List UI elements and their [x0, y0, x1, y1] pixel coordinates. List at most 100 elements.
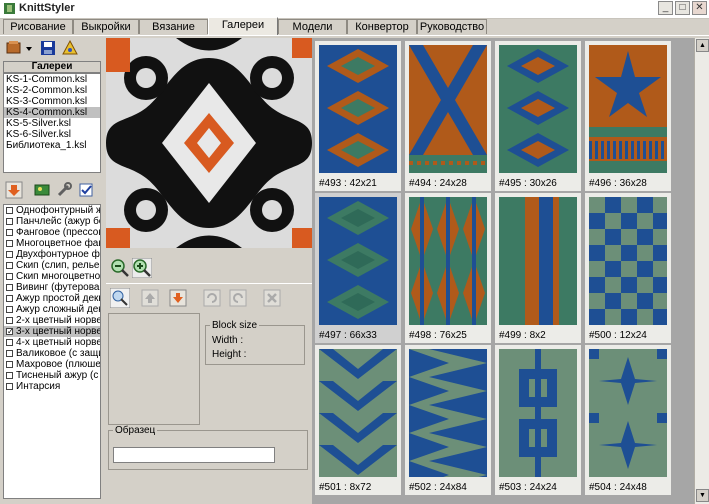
- list-item[interactable]: KS-6-Silver.ksl: [4, 129, 100, 140]
- technique-item[interactable]: Ажур простой декк: [4, 293, 100, 304]
- wrench-icon[interactable]: [55, 181, 73, 199]
- technique-item[interactable]: Скип (слип, рельеф: [4, 260, 100, 271]
- list-item[interactable]: KS-2-Common.ksl: [4, 85, 100, 96]
- gallery-thumbnail[interactable]: #499 : 8x2: [495, 193, 581, 343]
- technique-label: Однофонтурный жа: [16, 205, 101, 216]
- app-logo-icon: [4, 3, 15, 14]
- import-arrow-icon[interactable]: [5, 181, 23, 199]
- save-icon[interactable]: [39, 39, 57, 57]
- technique-item[interactable]: Тисненый ажур (с з: [4, 370, 100, 381]
- technique-label: Скип многоцветное: [16, 271, 101, 282]
- image-icon[interactable]: [33, 181, 51, 199]
- delete-icon[interactable]: [262, 288, 282, 308]
- gallery-thumbnail[interactable]: #500 : 12x24: [585, 193, 671, 343]
- gallery-thumbnail[interactable]: #494 : 24x28: [405, 41, 491, 191]
- height-label: Height :: [212, 349, 247, 360]
- technique-item[interactable]: ✓ 3-х цветный норвеж: [4, 326, 100, 337]
- gallery-list[interactable]: KS-1-Common.ksl KS-2-Common.ksl KS-3-Com…: [3, 73, 101, 173]
- technique-checkbox[interactable]: ✓: [6, 328, 14, 336]
- gallery-thumbnail[interactable]: #503 : 24x24: [495, 345, 581, 495]
- list-item[interactable]: KS-4-Common.ksl: [4, 107, 100, 118]
- technique-item[interactable]: Однофонтурный жа: [4, 205, 100, 216]
- technique-label: Махровое (плюшево: [16, 359, 101, 370]
- width-label: Width :: [212, 335, 244, 346]
- technique-item[interactable]: Махровое (плюшево: [4, 359, 100, 370]
- technique-checkbox[interactable]: [6, 350, 13, 357]
- zoom-in-icon[interactable]: [132, 258, 152, 278]
- technique-item[interactable]: Фанговое (прессово: [4, 227, 100, 238]
- gallery-thumbnail[interactable]: #502 : 24x84: [405, 345, 491, 495]
- pattern-thumbnail-image: [589, 45, 667, 173]
- technique-checkbox[interactable]: [6, 262, 13, 269]
- gallery-thumbnail[interactable]: #504 : 24x48: [585, 345, 671, 495]
- technique-item[interactable]: Двухфонтурное фан: [4, 249, 100, 260]
- thumbnail-caption: #504 : 24x48: [589, 482, 647, 493]
- technique-checkbox[interactable]: [6, 229, 13, 236]
- minimize-button[interactable]: _: [658, 1, 673, 15]
- tab-vykroyki[interactable]: Выкройки: [73, 19, 139, 34]
- list-item[interactable]: KS-1-Common.ksl: [4, 74, 100, 85]
- technique-checkbox[interactable]: [6, 372, 13, 379]
- thumbnail-grid: #493 : 42x21 #494 : 24x28 #495 : 30x26 #496…: [312, 38, 694, 504]
- technique-checkbox[interactable]: [6, 284, 13, 291]
- tab-risovanie[interactable]: Рисование: [3, 19, 73, 34]
- rotate-right-icon[interactable]: [228, 288, 248, 308]
- technique-checkbox[interactable]: [6, 383, 13, 390]
- tab-modeli[interactable]: Модели: [278, 19, 347, 34]
- technique-label: Многоцветное фанг: [16, 238, 101, 249]
- gallery-thumbnail[interactable]: #498 : 76x25: [405, 193, 491, 343]
- technique-item[interactable]: Скип многоцветное: [4, 271, 100, 282]
- gallery-thumbnail[interactable]: #497 : 66x33: [315, 193, 401, 343]
- close-button[interactable]: ✕: [692, 1, 707, 15]
- technique-checkbox[interactable]: [6, 361, 13, 368]
- list-item[interactable]: KS-5-Silver.ksl: [4, 118, 100, 129]
- maximize-button[interactable]: □: [675, 1, 690, 15]
- technique-item[interactable]: Вивинг (футерованн: [4, 282, 100, 293]
- tab-galerei[interactable]: Галереи: [208, 17, 278, 35]
- technique-checkbox[interactable]: [6, 295, 13, 302]
- thumbnail-caption: #499 : 8x2: [499, 330, 546, 341]
- technique-item[interactable]: Панчлейс (ажур без: [4, 216, 100, 227]
- tab-vyazanie[interactable]: Вязание: [139, 19, 208, 34]
- properties-icon[interactable]: [61, 39, 79, 57]
- technique-checkbox[interactable]: [6, 251, 13, 258]
- dropdown-arrow-icon[interactable]: [25, 39, 33, 57]
- technique-checkbox[interactable]: [6, 207, 13, 214]
- technique-checkbox[interactable]: [6, 218, 13, 225]
- magnifier-icon[interactable]: [110, 288, 130, 308]
- checklist-icon[interactable]: [77, 181, 95, 199]
- technique-item[interactable]: Ажур сложный декк: [4, 304, 100, 315]
- pattern-preview[interactable]: [106, 38, 312, 248]
- technique-checkbox[interactable]: [6, 317, 13, 324]
- scroll-down-button[interactable]: ▼: [696, 489, 709, 502]
- technique-checkbox[interactable]: [6, 339, 13, 346]
- vertical-scrollbar[interactable]: ▲ ▼: [694, 38, 709, 504]
- technique-label: Двухфонтурное фан: [16, 249, 100, 260]
- gallery-thumbnail[interactable]: #495 : 30x26: [495, 41, 581, 191]
- technique-item[interactable]: Многоцветное фанг: [4, 238, 100, 249]
- technique-checkbox[interactable]: [6, 273, 13, 280]
- list-item[interactable]: KS-3-Common.ksl: [4, 96, 100, 107]
- technique-item[interactable]: Валиковое (с защи: [4, 348, 100, 359]
- gallery-thumbnail[interactable]: #496 : 36x28: [585, 41, 671, 191]
- scroll-up-button[interactable]: ▲: [696, 39, 709, 52]
- gallery-thumbnail[interactable]: #501 : 8x72: [315, 345, 401, 495]
- technique-checkbox[interactable]: [6, 306, 13, 313]
- zoom-out-icon[interactable]: [110, 258, 130, 278]
- move-up-icon[interactable]: [140, 288, 160, 308]
- rotate-left-icon[interactable]: [202, 288, 222, 308]
- list-item[interactable]: Библиотека_1.ksl: [4, 140, 100, 151]
- technique-label: 3-х цветный норвеж: [16, 326, 101, 337]
- technique-item[interactable]: 2-х цветный норвеж: [4, 315, 100, 326]
- move-down-icon[interactable]: [168, 288, 188, 308]
- sample-input[interactable]: [113, 447, 275, 463]
- gallery-thumbnail[interactable]: #493 : 42x21: [315, 41, 401, 191]
- technique-item[interactable]: 4-х цветный норвеж: [4, 337, 100, 348]
- pattern-thumbnail-image: [319, 197, 397, 325]
- tab-konvertor[interactable]: Конвертор: [347, 19, 417, 34]
- tab-rukovodstvo[interactable]: Руководство: [417, 19, 487, 34]
- technique-list[interactable]: Однофонтурный жа Панчлейс (ажур без Фангов…: [3, 204, 101, 499]
- open-book-icon[interactable]: [5, 39, 23, 57]
- technique-item[interactable]: Интарсия: [4, 381, 100, 392]
- technique-checkbox[interactable]: [6, 240, 13, 247]
